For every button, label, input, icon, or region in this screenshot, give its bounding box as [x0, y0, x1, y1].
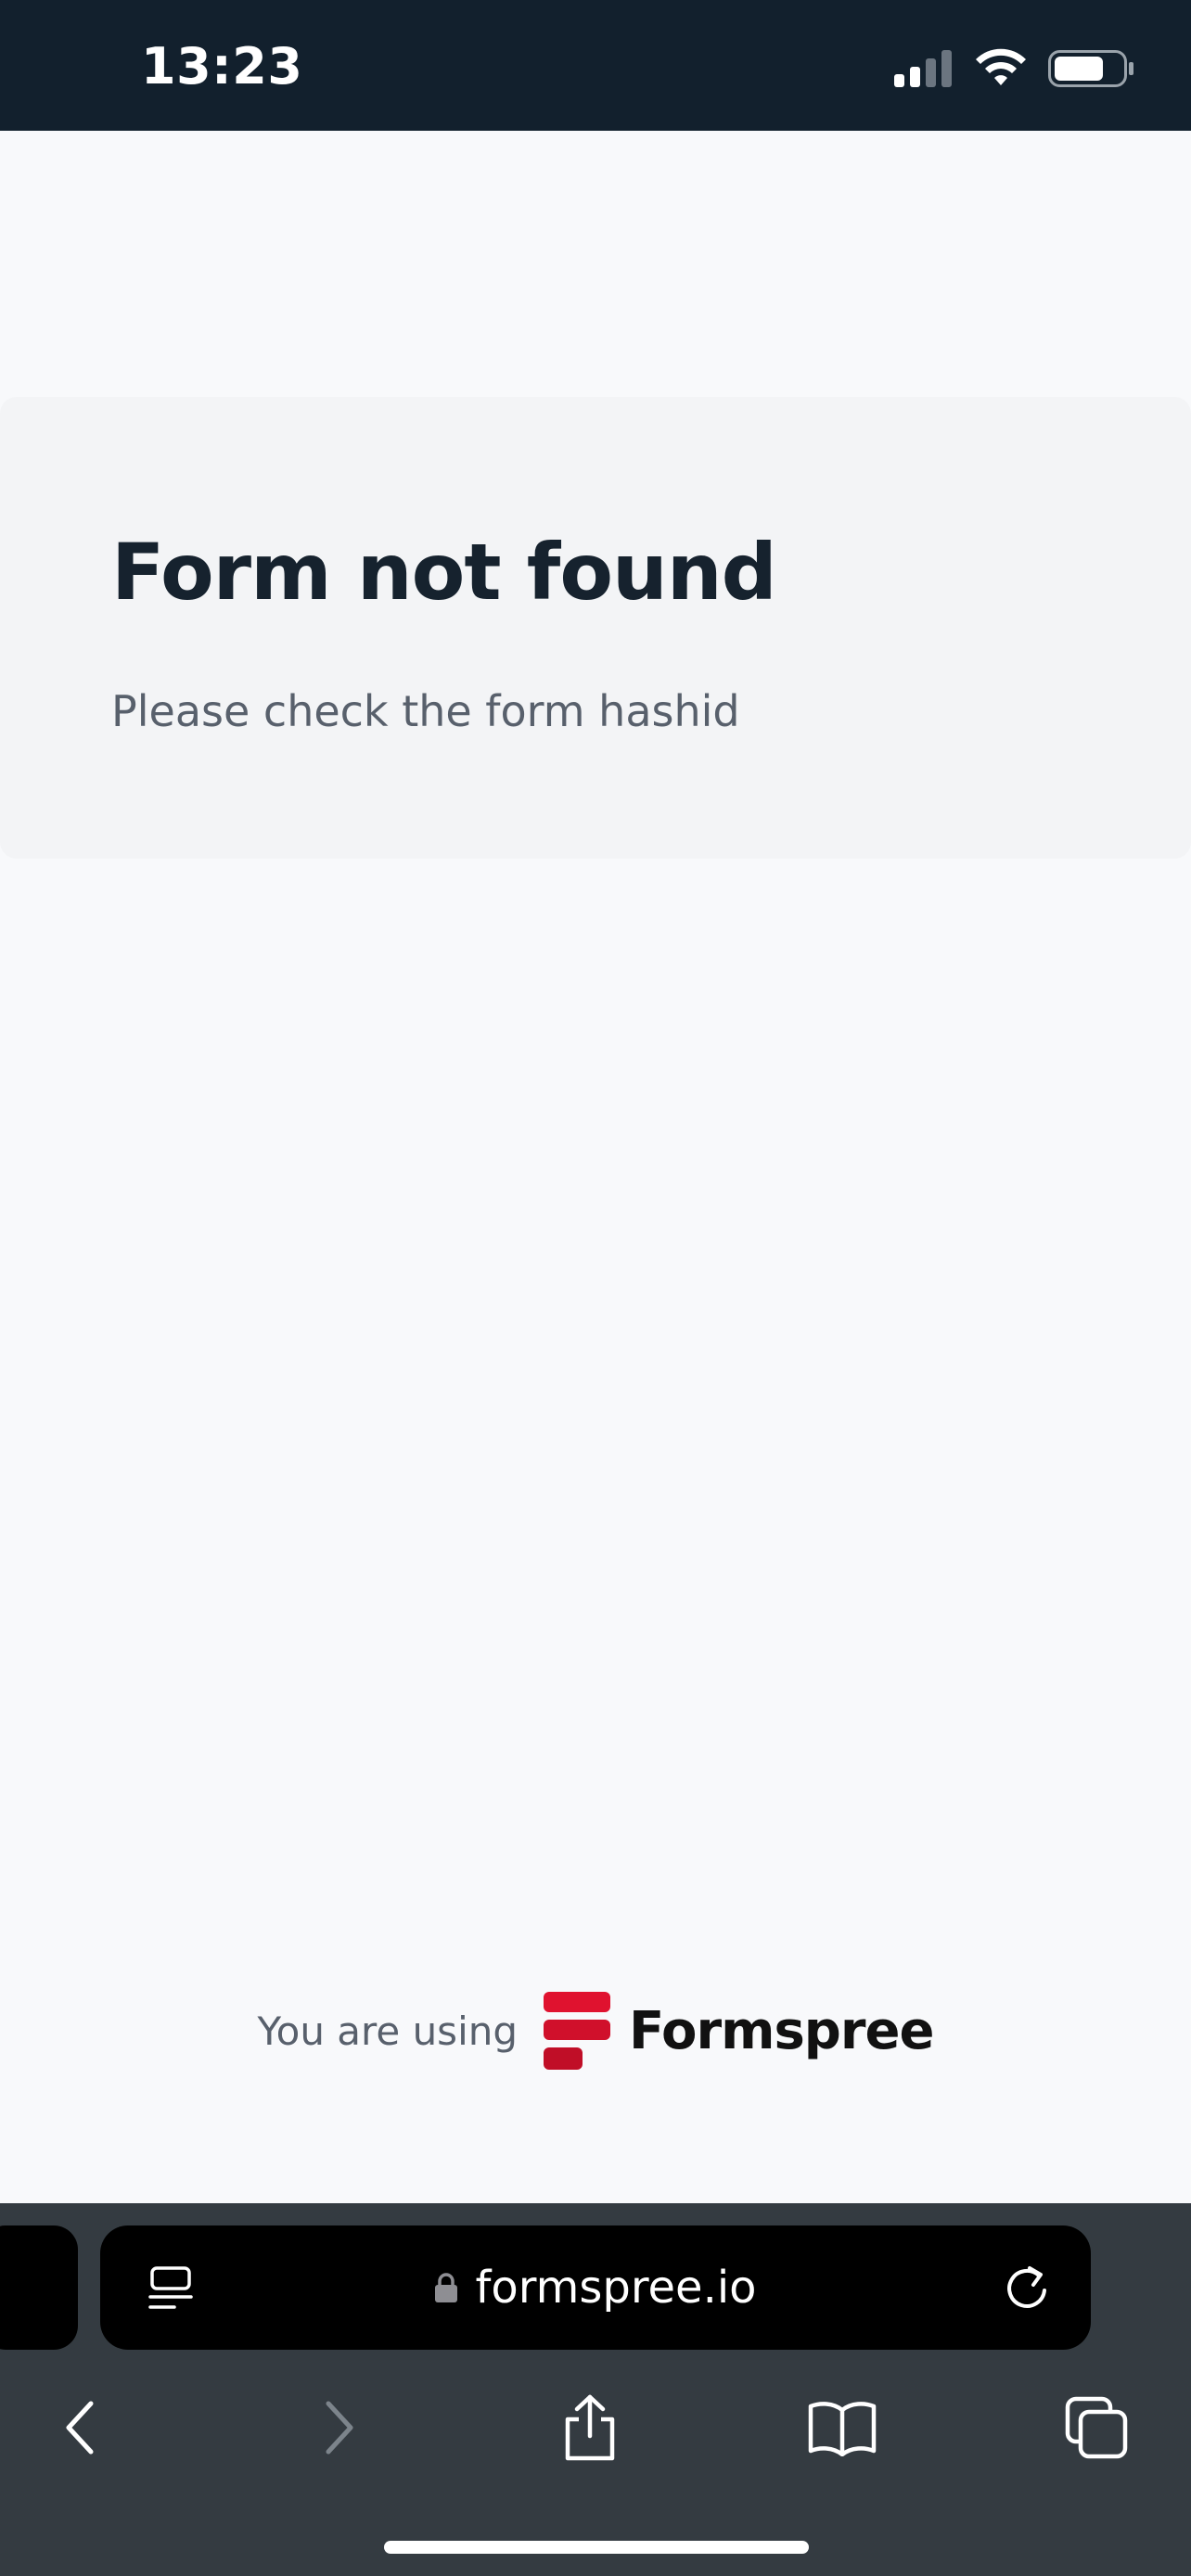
- wifi-icon: [976, 48, 1026, 85]
- home-indicator[interactable]: [384, 2541, 809, 2554]
- url-display[interactable]: formspree.io: [100, 2225, 1091, 2350]
- formspree-logo-icon: [544, 1992, 611, 2070]
- back-icon: [66, 2401, 94, 2455]
- brand-name: Formspree: [629, 2000, 934, 2061]
- tabs-icon: [1065, 2396, 1128, 2459]
- tabs-button[interactable]: [1059, 2391, 1133, 2465]
- error-card: Form not found Please check the form has…: [0, 397, 1191, 859]
- bookmarks-button[interactable]: [805, 2391, 879, 2465]
- share-icon: [565, 2394, 615, 2461]
- forward-button[interactable]: [302, 2391, 377, 2465]
- status-icons: [894, 48, 1133, 87]
- share-button[interactable]: [553, 2391, 627, 2465]
- back-button[interactable]: [43, 2391, 117, 2465]
- reload-icon[interactable]: [1002, 2263, 1052, 2313]
- cellular-signal-icon: [894, 50, 952, 87]
- status-time: 13:23: [141, 37, 303, 96]
- page-title: Form not found: [111, 527, 777, 618]
- previous-tab-preview[interactable]: [0, 2225, 78, 2350]
- battery-icon: [1048, 50, 1133, 87]
- browser-chrome: formspree.io: [0, 2203, 1191, 2576]
- error-message: Please check the form hashid: [111, 686, 740, 736]
- formspree-logo-link[interactable]: Formspree: [542, 1990, 934, 2072]
- branding-prefix: You are using: [257, 2008, 519, 2054]
- forward-icon: [326, 2401, 353, 2455]
- lock-icon: [435, 2273, 458, 2302]
- url-text: formspree.io: [475, 2262, 757, 2314]
- status-bar: 13:23: [0, 0, 1191, 131]
- address-bar[interactable]: formspree.io: [100, 2225, 1091, 2350]
- bookmarks-icon: [808, 2402, 877, 2456]
- browser-toolbar: [0, 2366, 1191, 2487]
- branding-footer: You are using Formspree: [0, 1984, 1191, 2077]
